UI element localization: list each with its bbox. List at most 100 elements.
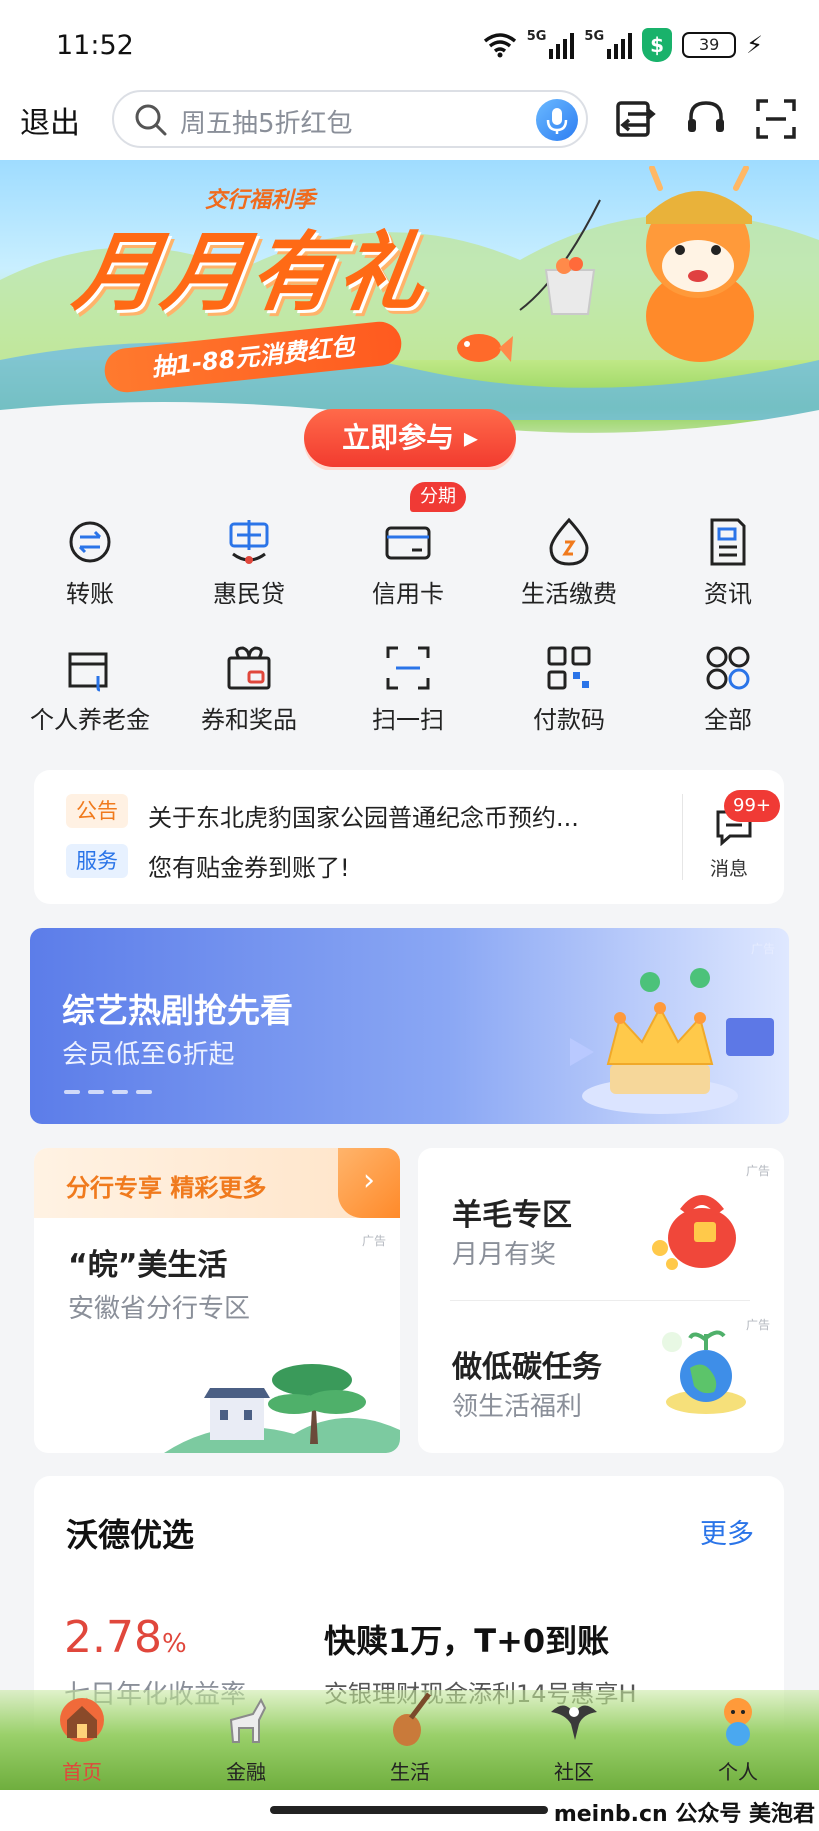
nav-tab-community[interactable]: 社区: [492, 1690, 656, 1790]
banner-title: 月月有礼: [67, 223, 434, 323]
home-indicator[interactable]: [270, 1806, 548, 1814]
carousel-indicator: [64, 1090, 152, 1094]
gift-bag-icon: [652, 1195, 736, 1270]
yield-rate-unit: %: [161, 1629, 187, 1659]
promo-item-title: 羊毛专区: [452, 1198, 572, 1233]
utility-payment-icon: [549, 517, 589, 566]
nav-label: 社区: [554, 1760, 594, 1784]
mascot-illustration: [646, 166, 754, 362]
horse-icon: [229, 1697, 267, 1743]
menu-item-utility-payment[interactable]: 生活缴费: [487, 482, 651, 608]
menu-item-label: 信用卡: [372, 580, 444, 608]
section-title: 沃德优选: [66, 1516, 195, 1554]
menu-item-loan[interactable]: 惠民贷: [167, 482, 331, 608]
search-input[interactable]: 周五抽5折红包: [112, 90, 588, 148]
nav-label: 金融: [226, 1760, 266, 1784]
more-link[interactable]: 更多: [700, 1512, 754, 1551]
notice-text[interactable]: 关于东北虎豹国家公园普通纪念币预约...: [148, 798, 579, 833]
signal-2-icon: 5G: [584, 30, 633, 59]
menu-item-label: 付款码: [533, 706, 605, 734]
bucket-icon: [544, 257, 596, 315]
branch-card-header[interactable]: 分行专享 精彩更多 ›: [34, 1148, 400, 1218]
network-type-label: 5G: [526, 29, 547, 44]
eagle-icon: [551, 1705, 597, 1740]
pension-icon: [68, 652, 108, 692]
promo-banner[interactable]: 交行福利季 月月有礼 抽1-88元消费红包 立即参与 ▸: [0, 160, 819, 470]
battery-icon: 39: [682, 32, 737, 58]
menu-item-payment-code[interactable]: 付款码: [487, 608, 651, 734]
divider: [682, 794, 683, 880]
menu-item-label: 个人养老金: [30, 706, 150, 734]
nav-label: 个人: [718, 1760, 758, 1784]
voice-search-button[interactable]: [536, 99, 578, 141]
scan-icon: [386, 646, 430, 690]
promo-item-title: 做低碳任务: [452, 1350, 602, 1385]
yield-rate: 2.78%: [64, 1612, 187, 1663]
nav-label: 生活: [390, 1760, 430, 1784]
news-icon: [710, 518, 746, 566]
nav-tab-life[interactable]: 生活: [328, 1690, 492, 1790]
promo-card: 广告 羊毛专区 月月有奖 广告 做低碳任务 领生活福利: [418, 1148, 784, 1453]
scan-icon[interactable]: [754, 97, 798, 141]
switch-icon[interactable]: [614, 97, 658, 141]
nav-label: 首页: [62, 1760, 102, 1784]
promo-item-subtitle: 月月有奖: [452, 1240, 557, 1270]
globe-sprout-icon: [662, 1330, 746, 1414]
credit-card-icon: [385, 526, 431, 560]
chevron-right-icon[interactable]: ›: [338, 1148, 400, 1218]
gift-icon: [227, 646, 271, 690]
service-text[interactable]: 您有贴金券到账了!: [148, 848, 350, 883]
nav-tab-home[interactable]: 首页: [0, 1690, 164, 1790]
charging-icon: ⚡: [746, 31, 763, 59]
notice-card[interactable]: 公告 关于东北虎豹国家公园普通纪念币预约... 服务 您有贴金券到账了! 消息 …: [34, 770, 784, 904]
loan-icon: [229, 520, 269, 564]
menu-item-pension[interactable]: 个人养老金: [8, 608, 172, 734]
mascot-icon: [724, 1698, 752, 1746]
wifi-icon: [483, 33, 516, 58]
menu-item-coupons[interactable]: 券和奖品: [167, 608, 331, 734]
notice-tag: 公告: [66, 794, 128, 828]
join-now-button[interactable]: 立即参与 ▸: [304, 409, 516, 467]
product-title: 快赎1万，T+0到账: [324, 1622, 610, 1660]
qr-code-icon: [547, 646, 591, 690]
gesture-bar: meinb.cn 公众号 美泡君: [0, 1790, 819, 1831]
menu-item-all[interactable]: 全部: [646, 608, 810, 734]
customer-service-icon[interactable]: [684, 97, 728, 141]
video-membership-ad[interactable]: 广告 综艺热剧抢先看 会员低至6折起: [30, 928, 789, 1124]
menu-item-label: 全部: [704, 706, 752, 734]
branch-card-subtitle: 安徽省分行专区: [68, 1294, 251, 1324]
fish-icon: [457, 334, 513, 362]
menu-item-label: 券和奖品: [201, 706, 297, 734]
all-apps-icon: [706, 646, 750, 690]
exit-button[interactable]: 退出: [20, 98, 80, 142]
status-time: 11:52: [56, 30, 134, 61]
menu-item-label: 惠民贷: [213, 580, 285, 608]
pipa-instrument-icon: [393, 1692, 431, 1746]
search-placeholder: 周五抽5折红包: [180, 109, 353, 139]
transfer-icon: [69, 521, 111, 563]
branch-card-title: “皖”美生活: [68, 1248, 228, 1283]
status-bar: 11:52 5G 5G $ 39 ⚡: [0, 0, 819, 90]
nav-tab-finance[interactable]: 金融: [164, 1690, 328, 1790]
menu-item-label: 扫一扫: [372, 706, 444, 734]
watermark: meinb.cn 公众号 美泡君: [553, 1802, 815, 1827]
search-icon: [135, 104, 167, 136]
security-shield-icon: $: [642, 28, 673, 62]
ad-subtitle: 会员低至6折起: [62, 1040, 235, 1070]
quick-menu-grid: 转账 惠民贷 信用卡 生活缴费 资讯 个人养老金 券和奖品 扫一扫 付款码 全部: [0, 482, 819, 740]
divider: [450, 1300, 750, 1301]
menu-item-news[interactable]: 资讯: [646, 482, 810, 608]
installment-badge: 分期: [410, 482, 466, 512]
nav-tab-personal[interactable]: 个人: [656, 1690, 819, 1790]
messages-badge: 99+: [724, 790, 780, 822]
home-house-icon: [60, 1698, 104, 1742]
menu-item-transfer[interactable]: 转账: [8, 482, 172, 608]
huizhou-architecture-illustration: [164, 1364, 400, 1453]
vip-crown-illustration: [570, 968, 774, 1114]
service-tag: 服务: [66, 844, 128, 878]
menu-item-label: 生活缴费: [521, 580, 617, 608]
ad-label: 广告: [361, 1234, 386, 1248]
messages-label[interactable]: 消息: [710, 854, 748, 881]
menu-item-scan[interactable]: 扫一扫: [326, 608, 490, 734]
branch-card[interactable]: 分行专享 精彩更多 › 广告 “皖”美生活 安徽省分行专区: [34, 1148, 400, 1453]
